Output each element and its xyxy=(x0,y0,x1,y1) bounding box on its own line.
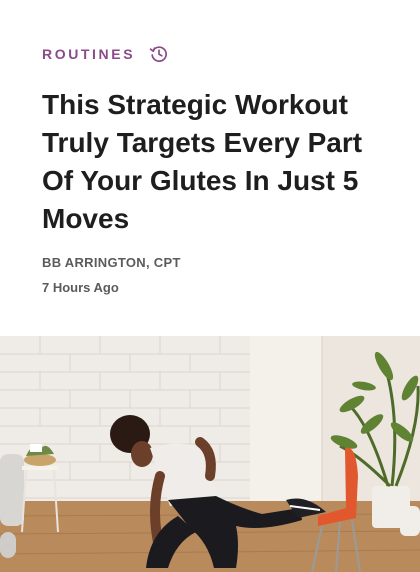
publish-timestamp: 7 Hours Ago xyxy=(42,280,119,295)
author-byline[interactable]: BB ARRINGTON, CPT xyxy=(42,255,181,270)
article-title: This Strategic Workout Truly Targets Eve… xyxy=(42,89,363,234)
workout-photo xyxy=(0,336,420,572)
hero-image xyxy=(0,336,420,572)
category-link[interactable]: ROUTINES xyxy=(42,46,135,62)
category-row: ROUTINES xyxy=(42,44,169,64)
history-icon xyxy=(149,44,169,64)
